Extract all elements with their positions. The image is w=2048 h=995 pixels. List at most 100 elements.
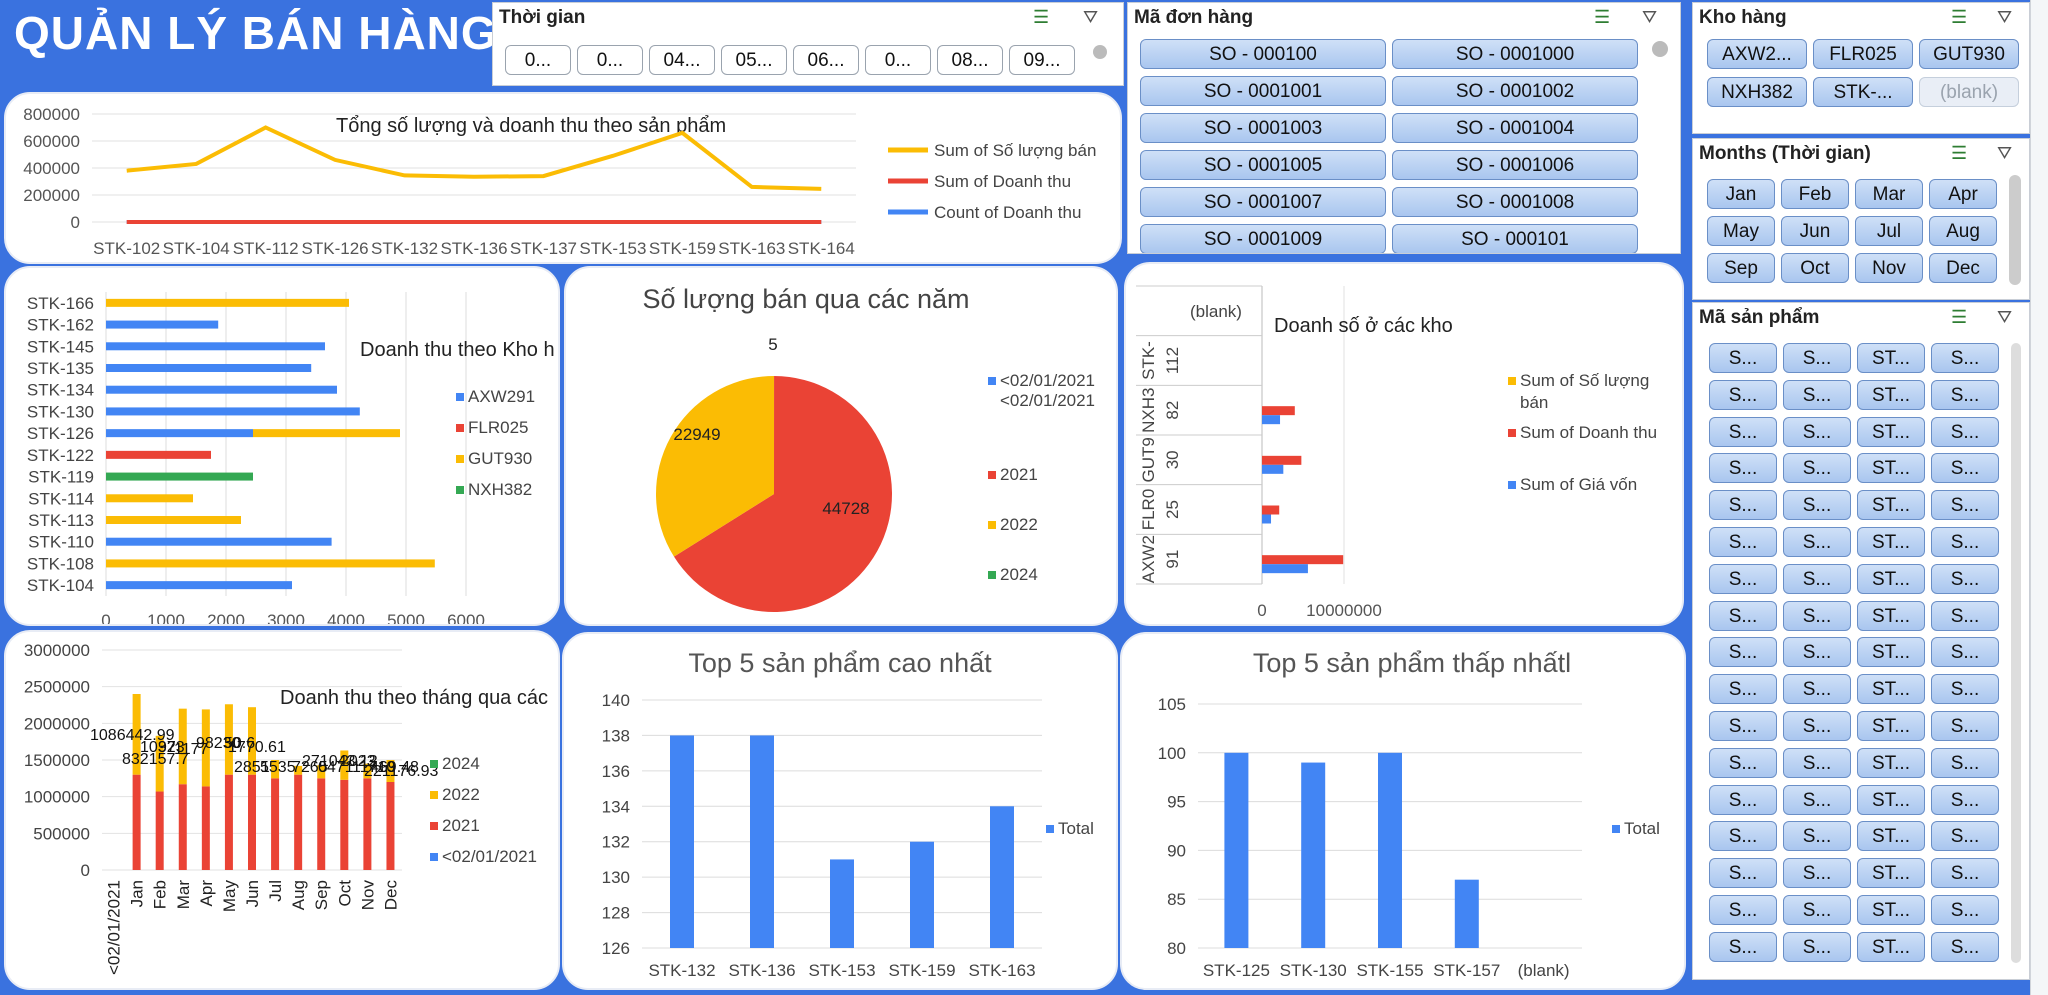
product-chip[interactable]: ST...: [1857, 490, 1925, 521]
month-chip[interactable]: Jul: [1855, 216, 1923, 246]
warehouse-chip[interactable]: NXH382: [1707, 77, 1807, 107]
order-chip[interactable]: SO - 0001008: [1392, 187, 1638, 217]
product-chip[interactable]: S...: [1783, 527, 1851, 557]
clear-filter-icon[interactable]: ⛛: [1642, 7, 1668, 29]
product-chip[interactable]: S...: [1783, 490, 1851, 521]
product-chip[interactable]: S...: [1931, 490, 1999, 521]
order-chip[interactable]: SO - 0001009: [1140, 224, 1386, 253]
product-chip[interactable]: S...: [1931, 747, 1999, 778]
product-chip[interactable]: ST...: [1857, 674, 1925, 705]
clear-filter-icon[interactable]: ⛛: [1083, 7, 1109, 29]
product-chip[interactable]: S...: [1931, 711, 1999, 741]
month-chip[interactable]: Jan: [1707, 179, 1775, 209]
product-chip[interactable]: ST...: [1857, 600, 1925, 631]
product-chip[interactable]: S...: [1931, 527, 1999, 557]
slicer-product[interactable]: Mã sản phẩm ☰ ⛛ S... S... ST... S... S... S..…: [1692, 302, 2030, 980]
product-chip[interactable]: ST...: [1857, 711, 1925, 741]
multi-select-icon[interactable]: ☰: [1951, 7, 1977, 29]
time-chip[interactable]: 0...: [505, 45, 571, 75]
order-chip[interactable]: SO - 000100: [1140, 39, 1386, 69]
slicer-months[interactable]: Months (Thời gian) ☰ ⛛ Jan Feb Mar Apr May Ju…: [1692, 138, 2030, 300]
product-chip[interactable]: S...: [1709, 379, 1777, 410]
month-chip[interactable]: Sep: [1707, 253, 1775, 283]
time-chip[interactable]: 0...: [577, 45, 643, 75]
product-chip[interactable]: S...: [1931, 343, 1999, 373]
product-chip[interactable]: ST...: [1857, 858, 1925, 889]
product-chip[interactable]: S...: [1783, 343, 1851, 373]
multi-select-icon[interactable]: ☰: [1951, 143, 1977, 165]
product-chip[interactable]: S...: [1931, 453, 1999, 484]
scroll-indicator[interactable]: [1093, 45, 1107, 59]
order-chip[interactable]: SO - 0001000: [1392, 39, 1638, 69]
month-chip[interactable]: Mar: [1855, 179, 1923, 209]
time-chip[interactable]: 06...: [793, 45, 859, 75]
product-chip[interactable]: S...: [1931, 637, 1999, 668]
scroll-indicator[interactable]: [1652, 41, 1668, 57]
month-chip[interactable]: Apr: [1929, 179, 1997, 209]
scrollbar[interactable]: [2011, 343, 2021, 963]
time-chip[interactable]: 04...: [649, 45, 715, 75]
product-chip[interactable]: ST...: [1857, 747, 1925, 778]
product-chip[interactable]: S...: [1709, 490, 1777, 521]
product-chip[interactable]: S...: [1709, 821, 1777, 852]
clear-filter-icon[interactable]: ⛛: [1997, 307, 2023, 329]
product-chip[interactable]: S...: [1931, 674, 1999, 705]
product-chip[interactable]: S...: [1783, 711, 1851, 741]
month-chip[interactable]: Oct: [1781, 253, 1849, 283]
product-chip[interactable]: S...: [1931, 821, 1999, 852]
product-chip[interactable]: S...: [1783, 453, 1851, 484]
product-chip[interactable]: S...: [1709, 747, 1777, 778]
order-chip[interactable]: SO - 0001002: [1392, 76, 1638, 106]
product-chip[interactable]: S...: [1709, 527, 1777, 557]
time-chip[interactable]: 08...: [937, 45, 1003, 75]
order-chip[interactable]: SO - 0001003: [1140, 113, 1386, 143]
product-chip[interactable]: S...: [1783, 784, 1851, 815]
order-chip[interactable]: SO - 0001004: [1392, 113, 1638, 143]
multi-select-icon[interactable]: ☰: [1951, 307, 1977, 329]
product-chip[interactable]: S...: [1783, 600, 1851, 631]
product-chip[interactable]: S...: [1783, 674, 1851, 705]
product-chip[interactable]: S...: [1783, 895, 1851, 925]
product-chip[interactable]: S...: [1783, 379, 1851, 410]
product-chip[interactable]: S...: [1709, 453, 1777, 484]
order-chip[interactable]: SO - 0001005: [1140, 150, 1386, 180]
product-chip[interactable]: S...: [1931, 416, 1999, 447]
product-chip[interactable]: ST...: [1857, 784, 1925, 815]
product-chip[interactable]: S...: [1931, 600, 1999, 631]
product-chip[interactable]: S...: [1709, 784, 1777, 815]
time-chip[interactable]: 09...: [1009, 45, 1075, 75]
product-chip[interactable]: ST...: [1857, 416, 1925, 447]
product-chip[interactable]: ST...: [1857, 931, 1925, 962]
product-chip[interactable]: S...: [1931, 858, 1999, 889]
slicer-warehouse[interactable]: Kho hàng ☰ ⛛ AXW2... FLR025 GUT930 NXH382 ST…: [1692, 2, 2030, 134]
month-chip[interactable]: Dec: [1929, 253, 1997, 283]
product-chip[interactable]: S...: [1931, 931, 1999, 962]
multi-select-icon[interactable]: ☰: [1594, 7, 1620, 29]
month-chip[interactable]: Nov: [1855, 253, 1923, 283]
product-chip[interactable]: S...: [1783, 416, 1851, 447]
product-chip[interactable]: S...: [1931, 784, 1999, 815]
product-chip[interactable]: ST...: [1857, 637, 1925, 668]
month-chip[interactable]: May: [1707, 216, 1775, 246]
product-chip[interactable]: ST...: [1857, 895, 1925, 925]
multi-select-icon[interactable]: ☰: [1033, 7, 1059, 29]
warehouse-chip[interactable]: GUT930: [1919, 39, 2019, 69]
product-chip[interactable]: S...: [1709, 600, 1777, 631]
order-chip[interactable]: SO - 0001007: [1140, 187, 1386, 217]
product-chip[interactable]: S...: [1783, 931, 1851, 962]
product-chip[interactable]: S...: [1709, 858, 1777, 889]
product-chip[interactable]: S...: [1709, 637, 1777, 668]
order-chip[interactable]: SO - 000101: [1392, 224, 1638, 253]
month-chip[interactable]: Aug: [1929, 216, 1997, 246]
product-chip[interactable]: S...: [1783, 563, 1851, 594]
warehouse-chip[interactable]: STK-...: [1813, 77, 1913, 107]
product-chip[interactable]: ST...: [1857, 343, 1925, 373]
product-chip[interactable]: S...: [1709, 343, 1777, 373]
scrollbar[interactable]: [2009, 175, 2021, 285]
product-chip[interactable]: S...: [1709, 895, 1777, 925]
product-chip[interactable]: S...: [1783, 858, 1851, 889]
month-chip[interactable]: Jun: [1781, 216, 1849, 246]
product-chip[interactable]: ST...: [1857, 563, 1925, 594]
product-chip[interactable]: ST...: [1857, 379, 1925, 410]
product-chip[interactable]: S...: [1783, 747, 1851, 778]
